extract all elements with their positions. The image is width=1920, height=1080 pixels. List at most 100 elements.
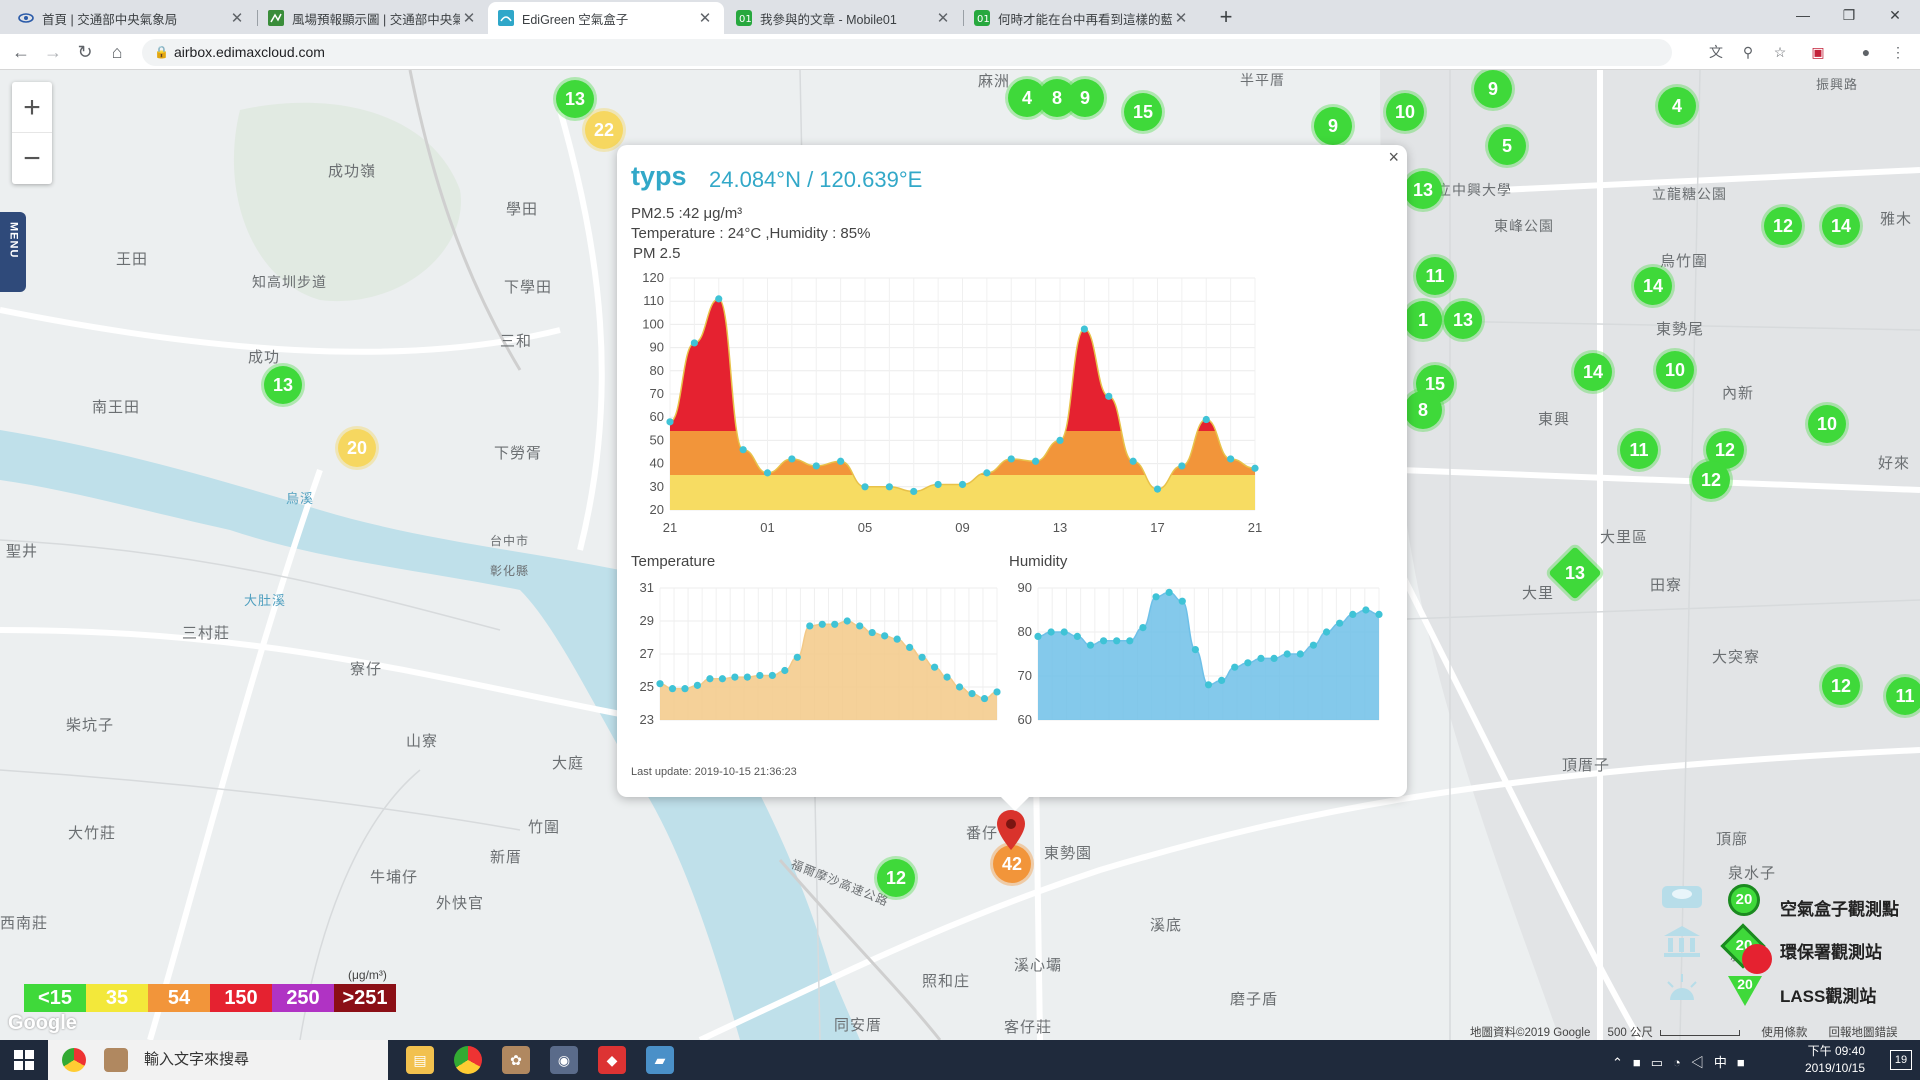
airbox-marker[interactable]: 13 bbox=[1404, 171, 1442, 209]
translate-icon[interactable]: 文 bbox=[1706, 42, 1726, 62]
airbox-marker[interactable]: 9 bbox=[1474, 70, 1512, 108]
reload-icon[interactable]: ↻ bbox=[72, 40, 98, 64]
data-point[interactable] bbox=[715, 295, 723, 303]
data-point[interactable] bbox=[1178, 597, 1186, 605]
airbox-marker[interactable]: 12 bbox=[877, 859, 915, 897]
data-point[interactable] bbox=[1309, 641, 1318, 649]
data-point[interactable] bbox=[856, 622, 864, 630]
report-map-error-link[interactable]: 回報地圖錯誤 bbox=[1829, 1027, 1898, 1039]
airbox-marker[interactable]: 5 bbox=[1488, 127, 1526, 165]
airbox-marker[interactable]: 13 bbox=[264, 366, 302, 404]
airbox-marker[interactable]: 12 bbox=[1764, 207, 1802, 245]
airbox-marker[interactable]: 14 bbox=[1574, 353, 1612, 391]
data-point[interactable] bbox=[1032, 457, 1040, 465]
chrome-taskbar-icon[interactable] bbox=[454, 1046, 482, 1074]
data-point[interactable] bbox=[910, 487, 918, 496]
data-point[interactable] bbox=[868, 628, 876, 637]
data-point[interactable] bbox=[1126, 637, 1134, 645]
close-icon[interactable]: ✕ bbox=[934, 9, 952, 27]
airbox-marker[interactable]: 9 bbox=[1314, 107, 1352, 145]
data-point[interactable] bbox=[1231, 663, 1239, 671]
zoom-icon[interactable]: ⚲ bbox=[1738, 42, 1758, 62]
close-icon[interactable]: ✕ bbox=[228, 9, 246, 27]
data-point[interactable] bbox=[781, 666, 789, 675]
star-icon[interactable]: ☆ bbox=[1770, 42, 1790, 62]
data-point[interactable] bbox=[788, 455, 796, 463]
airbox-marker[interactable]: 12 bbox=[1822, 667, 1860, 705]
data-point[interactable] bbox=[1375, 610, 1383, 618]
data-point[interactable] bbox=[968, 690, 976, 698]
data-point[interactable] bbox=[793, 653, 801, 661]
airbox-marker[interactable]: 14 bbox=[1822, 207, 1860, 245]
data-point[interactable] bbox=[1139, 624, 1147, 632]
chrome-icon[interactable] bbox=[62, 1048, 86, 1072]
data-point[interactable] bbox=[739, 446, 747, 454]
taskbar-search-box[interactable]: 輸入文字來搜尋 bbox=[48, 1040, 388, 1080]
system-tray-icons[interactable]: ⌃■▭◔◁中■ bbox=[1612, 1052, 1755, 1071]
data-point[interactable] bbox=[1165, 588, 1173, 596]
close-icon[interactable]: ✕ bbox=[696, 9, 714, 27]
tab-wind-map[interactable]: 風場預報顯示圖 | 交通部中央氣 ✕ bbox=[258, 2, 488, 34]
data-point[interactable] bbox=[806, 622, 814, 630]
close-window-icon[interactable]: ✕ bbox=[1872, 0, 1918, 30]
data-point[interactable] bbox=[906, 643, 914, 651]
airbox-marker[interactable]: 10 bbox=[1656, 351, 1694, 389]
data-point[interactable] bbox=[1034, 632, 1042, 640]
notification-icon[interactable]: 19 bbox=[1890, 1050, 1912, 1070]
airbox-marker[interactable]: 20 bbox=[338, 429, 376, 467]
data-point[interactable] bbox=[1178, 462, 1186, 470]
data-point[interactable] bbox=[893, 635, 901, 643]
account-icon[interactable]: ● bbox=[1856, 42, 1876, 62]
taskbar-clock[interactable]: 下午 09:40 2019/10/15 bbox=[1805, 1043, 1865, 1077]
airbox-marker[interactable]: 8 bbox=[1404, 391, 1442, 429]
data-point[interactable] bbox=[983, 469, 991, 477]
tab-mobile01-blue-sky[interactable]: 01 何時才能在台中再看到這樣的藍 ✕ bbox=[964, 2, 1200, 34]
airbox-marker[interactable]: 22 bbox=[585, 111, 623, 149]
data-point[interactable] bbox=[943, 673, 951, 681]
data-point[interactable] bbox=[1007, 455, 1015, 463]
minimize-icon[interactable]: — bbox=[1780, 0, 1826, 30]
data-point[interactable] bbox=[1227, 455, 1235, 463]
forward-icon[interactable]: → bbox=[40, 40, 66, 64]
data-point[interactable] bbox=[1202, 415, 1210, 424]
data-point[interactable] bbox=[1251, 464, 1259, 472]
data-point[interactable] bbox=[1060, 628, 1068, 636]
data-point[interactable] bbox=[1047, 628, 1055, 636]
data-point[interactable] bbox=[718, 675, 727, 683]
data-point[interactable] bbox=[693, 681, 702, 689]
data-point[interactable] bbox=[837, 457, 845, 465]
terms-link[interactable]: 使用條款 bbox=[1761, 1027, 1807, 1039]
data-point[interactable] bbox=[1204, 681, 1213, 689]
airbox-marker[interactable]: 1 bbox=[1404, 301, 1442, 339]
tab-edigreen[interactable]: EdiGreen 空氣盒子 ✕ bbox=[488, 2, 724, 34]
data-point[interactable] bbox=[1270, 654, 1278, 662]
data-point[interactable] bbox=[885, 483, 893, 491]
data-point[interactable] bbox=[706, 675, 714, 683]
app-icon[interactable]: ✿ bbox=[502, 1046, 530, 1074]
data-point[interactable] bbox=[763, 469, 772, 477]
airbox-marker[interactable]: 11 bbox=[1886, 677, 1920, 715]
menu-tab[interactable]: MENU bbox=[0, 212, 26, 292]
data-point[interactable] bbox=[881, 632, 889, 640]
data-point[interactable] bbox=[1152, 593, 1160, 601]
airbox-marker[interactable]: 10 bbox=[1808, 405, 1846, 443]
new-tab-button[interactable]: + bbox=[1212, 4, 1240, 30]
data-point[interactable] bbox=[756, 671, 764, 680]
back-icon[interactable]: ← bbox=[8, 40, 34, 64]
data-point[interactable] bbox=[690, 339, 698, 347]
airbox-marker[interactable]: 13 bbox=[1444, 301, 1482, 339]
data-point[interactable] bbox=[930, 663, 939, 671]
data-point[interactable] bbox=[1073, 632, 1081, 640]
kebab-menu-icon[interactable]: ⋮ bbox=[1888, 42, 1908, 62]
data-point[interactable] bbox=[955, 683, 964, 691]
app-icon[interactable]: ▰ bbox=[646, 1046, 674, 1074]
data-point[interactable] bbox=[1113, 637, 1121, 645]
data-point[interactable] bbox=[743, 673, 751, 681]
data-point[interactable] bbox=[731, 673, 739, 681]
data-point[interactable] bbox=[1105, 392, 1113, 400]
airbox-marker[interactable]: 15 bbox=[1124, 93, 1162, 131]
close-icon[interactable]: ✕ bbox=[1172, 9, 1190, 27]
data-point[interactable] bbox=[1218, 676, 1226, 685]
data-point[interactable] bbox=[934, 480, 942, 489]
zoom-in-button[interactable]: + bbox=[12, 82, 52, 133]
